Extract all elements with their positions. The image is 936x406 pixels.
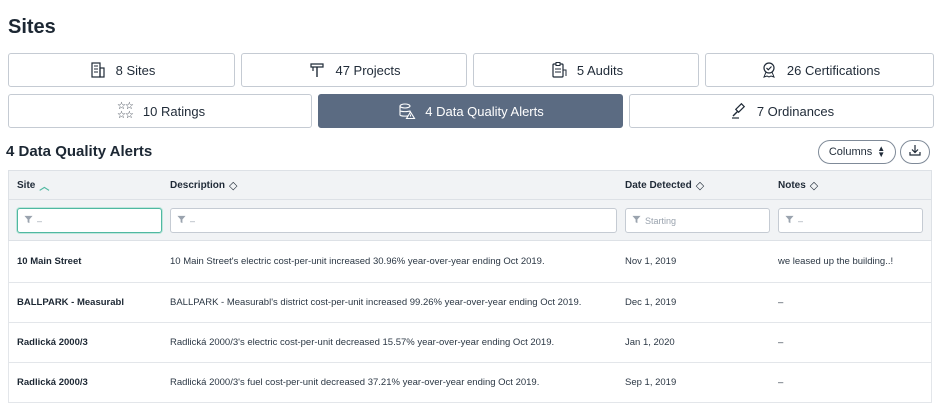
description-cell: Radlická 2000/3's fuel cost-per-unit dec… (170, 377, 540, 388)
tab-projects-label: 47 Projects (335, 62, 401, 78)
tab-projects[interactable]: 47 Projects (241, 53, 467, 87)
summary-tabs-row-1: 8 Sites 47 Projects 5 Audits 26 Certific… (8, 53, 934, 87)
table-row[interactable]: Radlická 2000/3 Radlická 2000/3's electr… (8, 323, 932, 363)
sort-icon: ◇ (809, 179, 819, 192)
section-title: 4 Data Quality Alerts (6, 143, 153, 160)
site-cell[interactable]: 10 Main Street (17, 241, 167, 282)
stars-icon: ☆☆ ☆☆ (116, 101, 134, 121)
download-button[interactable] (900, 140, 930, 164)
summary-tabs-row-2: ☆☆ ☆☆ 10 Ratings 4 Data Quality Alerts 7 … (8, 94, 934, 128)
table-row[interactable]: BALLPARK - Measurabl BALLPARK - Measurab… (8, 283, 932, 323)
filter-icon (785, 215, 794, 226)
column-header-description-label: Description (170, 179, 226, 191)
site-cell[interactable]: Radlická 2000/3 (17, 323, 167, 362)
table-row[interactable]: Radlická 2000/3 Radlická 2000/3's fuel c… (8, 363, 932, 403)
date-cell: Jan 1, 2020 (625, 337, 675, 348)
tab-certifications[interactable]: 26 Certifications (705, 53, 934, 87)
alerts-table: Site ︿ Description ◇ Date Detected ◇ Not… (8, 170, 932, 403)
database-alert-icon (397, 101, 417, 121)
description-cell: 10 Main Street's electric cost-per-unit … (170, 256, 545, 267)
filter-icon (24, 215, 33, 226)
date-filter-placeholder: Starting (645, 215, 677, 226)
tab-ordinances-label: 7 Ordinances (756, 103, 835, 119)
site-cell[interactable]: BALLPARK - Measurabl (17, 283, 167, 322)
filter-row: – – Starting – (8, 200, 932, 241)
column-header-description[interactable]: Description ◇ (170, 179, 237, 192)
tab-data-quality-alerts-label: 4 Data Quality Alerts (425, 103, 544, 119)
notes-cell[interactable]: – (778, 323, 928, 362)
tab-ordinances[interactable]: 7 Ordinances (629, 94, 934, 128)
tab-ratings-label: 10 Ratings (142, 103, 206, 119)
column-header-date-detected[interactable]: Date Detected ◇ (625, 179, 704, 192)
site-filter-placeholder: – (37, 215, 43, 226)
description-cell: BALLPARK - Measurabl's district cost-per… (170, 297, 582, 308)
date-cell: Dec 1, 2019 (625, 297, 677, 308)
tab-sites[interactable]: 8 Sites (8, 53, 235, 87)
tools-icon (307, 60, 327, 80)
download-icon (908, 143, 922, 162)
page-title: Sites (8, 16, 56, 38)
notes-filter-placeholder: – (798, 215, 804, 226)
columns-button-label: Columns (828, 146, 873, 158)
gavel-icon (729, 101, 749, 121)
column-header-date-detected-label: Date Detected (625, 179, 692, 191)
notes-filter-input[interactable]: – (778, 208, 923, 233)
tab-audits[interactable]: 5 Audits (473, 53, 699, 87)
tab-certifications-label: 26 Certifications (786, 62, 881, 78)
clipboard-icon (549, 60, 569, 80)
description-filter-placeholder: – (190, 215, 196, 226)
column-header-notes-label: Notes (778, 179, 806, 191)
date-filter-input[interactable]: Starting (625, 208, 770, 233)
description-cell: Radlická 2000/3's electric cost-per-unit… (170, 337, 555, 348)
date-cell: Sep 1, 2019 (625, 377, 677, 388)
column-header-notes[interactable]: Notes ◇ (778, 179, 818, 192)
tab-data-quality-alerts[interactable]: 4 Data Quality Alerts (318, 94, 623, 128)
column-header-site-label: Site (17, 179, 36, 191)
date-cell: Nov 1, 2019 (625, 256, 677, 267)
building-icon (88, 60, 108, 80)
tab-ratings[interactable]: ☆☆ ☆☆ 10 Ratings (8, 94, 312, 128)
filter-icon (177, 215, 186, 226)
badge-icon (759, 60, 779, 80)
column-header-site[interactable]: Site ︿ (17, 178, 49, 193)
sort-toggle-icon: ▲ ▼ (877, 144, 886, 159)
notes-cell[interactable]: we leased up the building..! (778, 241, 928, 282)
description-filter-input[interactable]: – (170, 208, 617, 233)
site-filter-input[interactable]: – (17, 208, 162, 233)
sort-ascending-icon: ︿ (39, 181, 50, 193)
table-row[interactable]: 10 Main Street 10 Main Street's electric… (8, 241, 932, 283)
filter-icon (632, 215, 641, 226)
tab-sites-label: 8 Sites (115, 62, 156, 78)
notes-cell[interactable]: – (778, 283, 928, 322)
notes-cell[interactable]: – (778, 363, 928, 402)
tab-audits-label: 5 Audits (576, 62, 624, 78)
table-header: Site ︿ Description ◇ Date Detected ◇ Not… (8, 170, 932, 200)
sort-icon: ◇ (695, 179, 705, 192)
site-cell[interactable]: Radlická 2000/3 (17, 363, 167, 402)
sort-icon: ◇ (229, 179, 238, 192)
columns-button[interactable]: Columns ▲ ▼ (818, 140, 896, 164)
